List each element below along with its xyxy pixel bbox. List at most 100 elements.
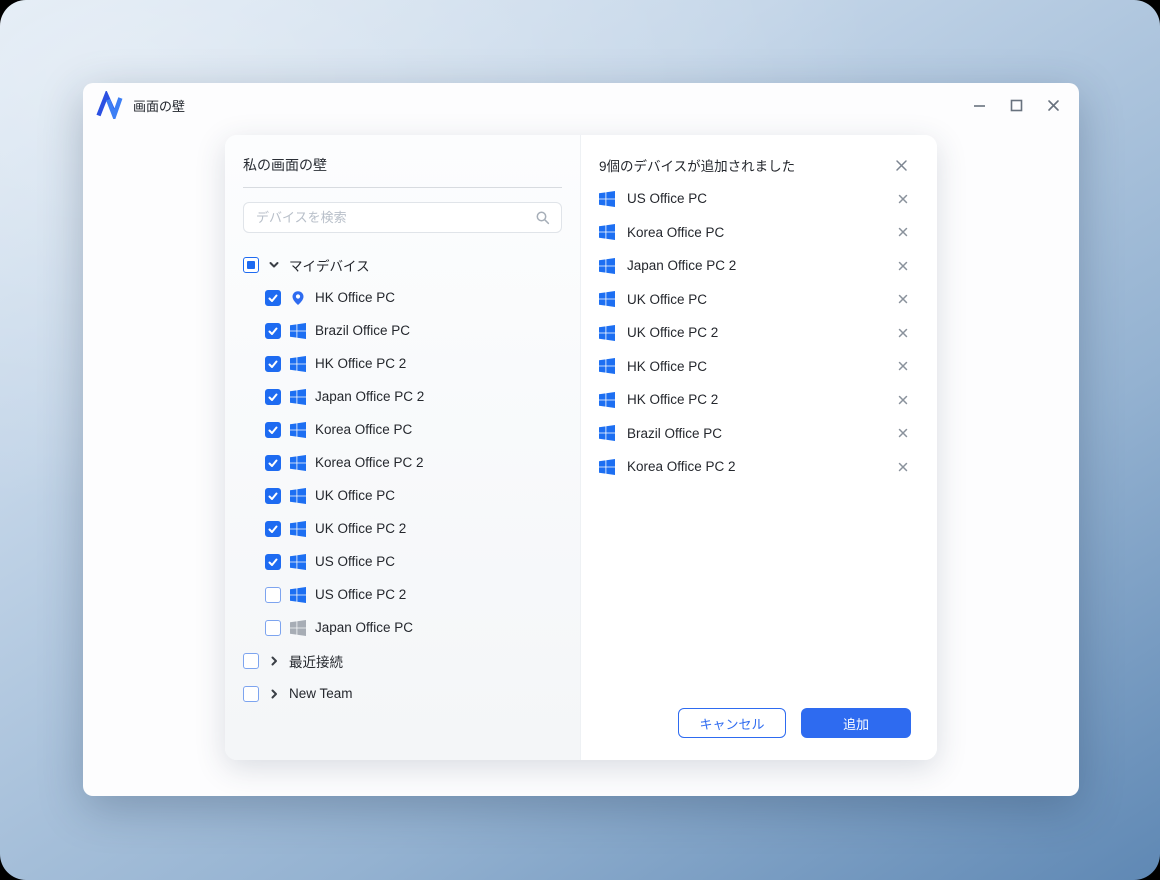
device-checkbox[interactable] (265, 587, 281, 603)
added-device-row[interactable]: UK Office PC (599, 283, 911, 317)
chevron-right-icon[interactable] (268, 688, 280, 700)
device-name: UK Office PC (315, 488, 395, 503)
cancel-button[interactable]: キャンセル (678, 708, 786, 738)
added-device-row[interactable]: HK Office PC 2 (599, 383, 911, 417)
group-checkbox[interactable] (243, 653, 259, 669)
screen-wall-dialog: 私の画面の壁 (225, 135, 937, 760)
device-row[interactable]: HK Office PC 2 (243, 347, 562, 380)
remove-device-icon[interactable] (895, 425, 911, 441)
chevron-down-icon[interactable] (268, 259, 280, 271)
windows-icon (599, 358, 615, 374)
remove-device-icon[interactable] (895, 258, 911, 274)
added-device-row[interactable]: Korea Office PC (599, 216, 911, 250)
device-tree: マイデバイス HK Office PC Brazil Office PC (243, 248, 562, 710)
close-icon[interactable] (1045, 97, 1061, 113)
device-row[interactable]: UK Office PC 2 (243, 512, 562, 545)
search-box[interactable] (243, 202, 562, 233)
app-window: 画面の壁 私の画面の壁 (83, 83, 1079, 796)
dialog-footer: キャンセル 追加 (599, 708, 911, 740)
device-checkbox[interactable] (265, 455, 281, 471)
device-name: UK Office PC (627, 292, 707, 307)
device-name: HK Office PC 2 (627, 392, 718, 407)
group-label: マイデバイス (289, 255, 370, 275)
anyviewer-logo (95, 91, 123, 119)
device-checkbox[interactable] (265, 554, 281, 570)
device-checkbox[interactable] (265, 488, 281, 504)
device-picker-panel: 私の画面の壁 (225, 135, 581, 760)
windows-icon (290, 422, 306, 438)
added-device-row[interactable]: US Office PC (599, 182, 911, 216)
group-checkbox[interactable] (243, 257, 259, 273)
added-device-row[interactable]: UK Office PC 2 (599, 316, 911, 350)
device-row[interactable]: Brazil Office PC (243, 314, 562, 347)
group-checkbox[interactable] (243, 686, 259, 702)
windows-icon (599, 325, 615, 341)
windows-icon (290, 356, 306, 372)
titlebar: 画面の壁 (83, 83, 1079, 127)
chevron-right-icon[interactable] (268, 655, 280, 667)
windows-icon (599, 425, 615, 441)
windows-icon (290, 389, 306, 405)
device-checkbox[interactable] (265, 290, 281, 306)
device-checkbox[interactable] (265, 389, 281, 405)
location-pin-icon (290, 290, 306, 306)
window-title: 画面の壁 (133, 96, 185, 115)
device-name: HK Office PC (627, 359, 707, 374)
device-name: Korea Office PC (315, 422, 412, 437)
device-name: Korea Office PC 2 (627, 459, 736, 474)
windows-icon (599, 258, 615, 274)
device-row[interactable]: UK Office PC (243, 479, 562, 512)
device-name: Korea Office PC (627, 225, 724, 240)
remove-device-icon[interactable] (895, 358, 911, 374)
device-row[interactable]: Korea Office PC (243, 413, 562, 446)
device-row[interactable]: US Office PC (243, 545, 562, 578)
device-row[interactable]: Japan Office PC (243, 611, 562, 644)
added-devices-header: 9個のデバイスが追加されました (599, 155, 911, 175)
remove-device-icon[interactable] (895, 191, 911, 207)
windows-icon (290, 323, 306, 339)
panel-title: 私の画面の壁 (243, 155, 562, 188)
remove-device-icon[interactable] (895, 459, 911, 475)
added-device-row[interactable]: HK Office PC (599, 350, 911, 384)
minimize-icon[interactable] (971, 97, 987, 113)
added-device-row[interactable]: Korea Office PC 2 (599, 450, 911, 484)
windows-icon (290, 455, 306, 471)
remove-device-icon[interactable] (895, 392, 911, 408)
tree-group-recent[interactable]: 最近接続 (243, 644, 562, 677)
windows-icon (290, 554, 306, 570)
added-device-row[interactable]: Brazil Office PC (599, 417, 911, 451)
device-row[interactable]: Korea Office PC 2 (243, 446, 562, 479)
maximize-icon[interactable] (1008, 97, 1024, 113)
device-name: US Office PC (627, 191, 707, 206)
tree-group-my-devices[interactable]: マイデバイス (243, 248, 562, 281)
windows-icon (599, 191, 615, 207)
remove-device-icon[interactable] (895, 291, 911, 307)
window-controls (971, 97, 1061, 113)
device-row[interactable]: Japan Office PC 2 (243, 380, 562, 413)
device-name: US Office PC (315, 554, 395, 569)
added-devices-list: US Office PC Korea Office PC Japan Offic… (599, 182, 911, 708)
windows-icon (599, 224, 615, 240)
device-checkbox[interactable] (265, 521, 281, 537)
search-input[interactable] (254, 209, 535, 226)
device-checkbox[interactable] (265, 323, 281, 339)
windows-icon (290, 488, 306, 504)
added-devices-panel: 9個のデバイスが追加されました US Office PC Korea Offic… (581, 135, 937, 760)
device-row[interactable]: US Office PC 2 (243, 578, 562, 611)
device-checkbox[interactable] (265, 422, 281, 438)
added-device-row[interactable]: Japan Office PC 2 (599, 249, 911, 283)
device-name: Brazil Office PC (315, 323, 410, 338)
device-row[interactable]: HK Office PC (243, 281, 562, 314)
remove-device-icon[interactable] (895, 325, 911, 341)
close-panel-icon[interactable] (892, 156, 911, 175)
add-button[interactable]: 追加 (801, 708, 911, 738)
device-checkbox[interactable] (265, 620, 281, 636)
device-checkbox[interactable] (265, 356, 281, 372)
device-name: UK Office PC 2 (315, 521, 406, 536)
tree-group-new-team[interactable]: New Team (243, 677, 562, 710)
device-name: HK Office PC (315, 290, 395, 305)
windows-icon (290, 620, 306, 636)
remove-device-icon[interactable] (895, 224, 911, 240)
desktop-background: 画面の壁 私の画面の壁 (0, 0, 1160, 880)
my-devices-children: HK Office PC Brazil Office PC HK Office … (243, 281, 562, 644)
